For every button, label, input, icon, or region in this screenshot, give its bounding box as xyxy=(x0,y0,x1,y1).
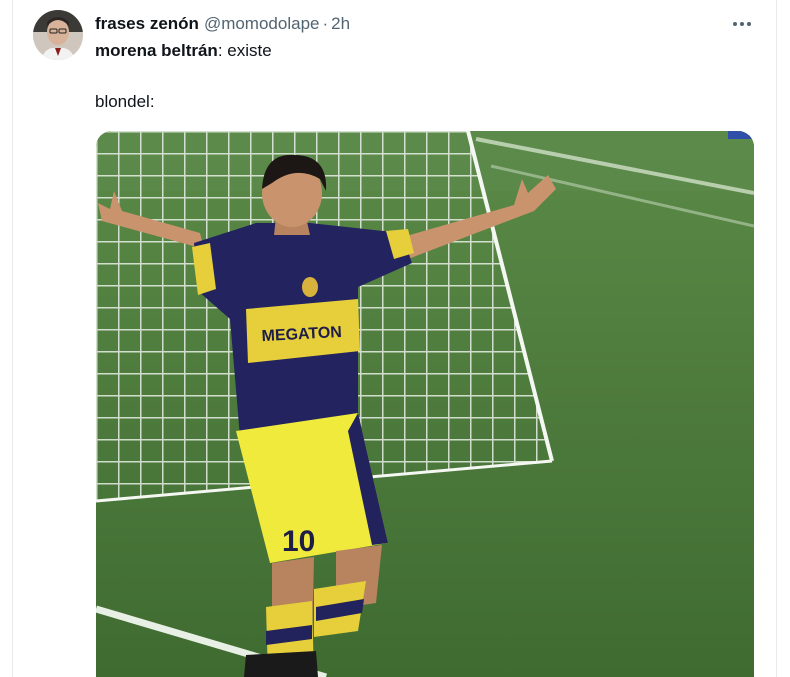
separator-dot: · xyxy=(322,14,329,33)
display-name[interactable]: frases zenón xyxy=(95,13,199,35)
more-horizontal-icon xyxy=(733,22,751,26)
tweet-text-line-2: blondel: xyxy=(95,92,155,111)
more-options-button[interactable] xyxy=(724,10,760,38)
tweet-card: frases zenón @momodolape · 2h morena bel… xyxy=(0,0,790,677)
timeline-border-right xyxy=(776,0,777,677)
tweet-header: frases zenón @momodolape · 2h xyxy=(95,13,350,35)
tweet-text-line-1: morena beltrán: existe xyxy=(95,40,272,62)
quoted-line: : existe xyxy=(217,41,272,60)
user-handle[interactable]: @momodolape xyxy=(204,13,320,35)
avatar[interactable] xyxy=(33,10,83,60)
shorts-number-text: 10 xyxy=(282,525,315,558)
quoted-speaker: morena beltrán xyxy=(95,41,218,60)
timestamp[interactable]: 2h xyxy=(331,13,350,35)
avatar-photo xyxy=(33,10,83,60)
timeline-border-left xyxy=(12,0,13,677)
tweet-media-photo[interactable]: MEGATON 10 xyxy=(96,131,754,677)
football-celebration-image: MEGATON 10 xyxy=(96,131,754,677)
